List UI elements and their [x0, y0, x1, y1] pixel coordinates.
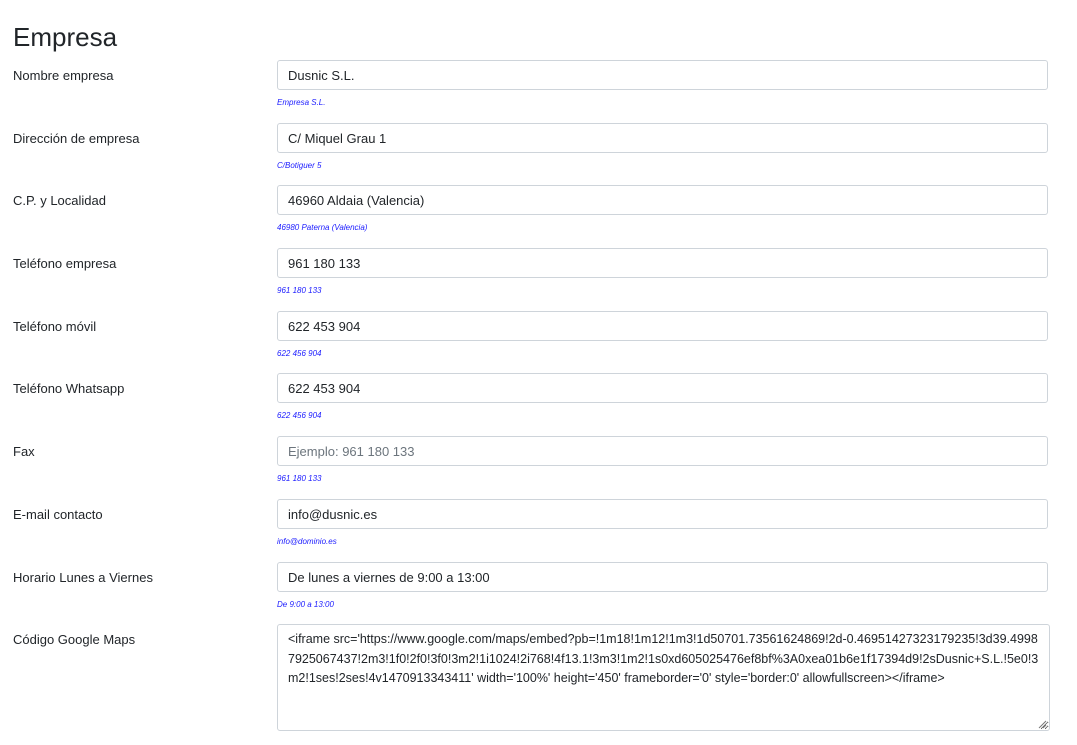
weekday-hours-input[interactable]: [277, 562, 1048, 592]
whatsapp-phone-label: Teléfono Whatsapp: [13, 381, 125, 396]
field-row-fax: Fax 961 180 133: [0, 436, 1077, 498]
resize-handle-icon[interactable]: [1038, 720, 1047, 729]
field-row-company-address: Dirección de empresa C/Botiguer 5: [0, 123, 1077, 185]
company-address-input[interactable]: [277, 123, 1048, 153]
mobile-phone-input[interactable]: [277, 311, 1048, 341]
postal-locality-label: C.P. y Localidad: [13, 193, 106, 208]
fax-hint: 961 180 133: [277, 474, 322, 483]
postal-locality-hint: 46980 Paterna (Valencia): [277, 223, 368, 232]
company-phone-label: Teléfono empresa: [13, 256, 117, 271]
contact-email-hint: info@dominio.es: [277, 537, 337, 546]
field-row-company-name: Nombre empresa Empresa S.L.: [0, 60, 1077, 122]
field-row-mobile-phone: Teléfono móvil 622 456 904: [0, 311, 1077, 373]
weekday-hours-hint: De 9:00 a 13:00: [277, 600, 334, 609]
contact-email-label: E-mail contacto: [13, 507, 103, 522]
google-maps-textarea[interactable]: <iframe src='https://www.google.com/maps…: [277, 624, 1050, 731]
company-name-label: Nombre empresa: [13, 68, 114, 83]
weekday-hours-label: Horario Lunes a Viernes: [13, 570, 153, 585]
company-name-hint: Empresa S.L.: [277, 98, 326, 107]
company-address-hint: C/Botiguer 5: [277, 161, 322, 170]
field-row-contact-email: E-mail contacto info@dominio.es: [0, 499, 1077, 561]
section-title: Empresa: [13, 22, 118, 52]
contact-email-input[interactable]: [277, 499, 1048, 529]
company-settings-form: Empresa Nombre empresa Empresa S.L. Dire…: [0, 0, 1077, 745]
google-maps-label: Código Google Maps: [13, 632, 136, 647]
company-name-input[interactable]: [277, 60, 1048, 90]
company-phone-input[interactable]: [277, 248, 1048, 278]
fax-label: Fax: [13, 444, 35, 459]
company-phone-hint: 961 180 133: [277, 286, 322, 295]
fax-input[interactable]: [277, 436, 1048, 466]
field-row-whatsapp-phone: Teléfono Whatsapp 622 456 904: [0, 373, 1077, 435]
mobile-phone-hint: 622 456 904: [277, 349, 322, 358]
mobile-phone-label: Teléfono móvil: [13, 319, 97, 334]
field-row-google-maps: Código Google Maps <iframe src='https://…: [0, 624, 1077, 734]
whatsapp-phone-hint: 622 456 904: [277, 411, 322, 420]
postal-locality-input[interactable]: [277, 185, 1048, 215]
field-row-postal-locality: C.P. y Localidad 46980 Paterna (Valencia…: [0, 185, 1077, 247]
whatsapp-phone-input[interactable]: [277, 373, 1048, 403]
company-address-label: Dirección de empresa: [13, 131, 140, 146]
field-row-weekday-hours: Horario Lunes a Viernes De 9:00 a 13:00: [0, 562, 1077, 624]
field-row-company-phone: Teléfono empresa 961 180 133: [0, 248, 1077, 310]
